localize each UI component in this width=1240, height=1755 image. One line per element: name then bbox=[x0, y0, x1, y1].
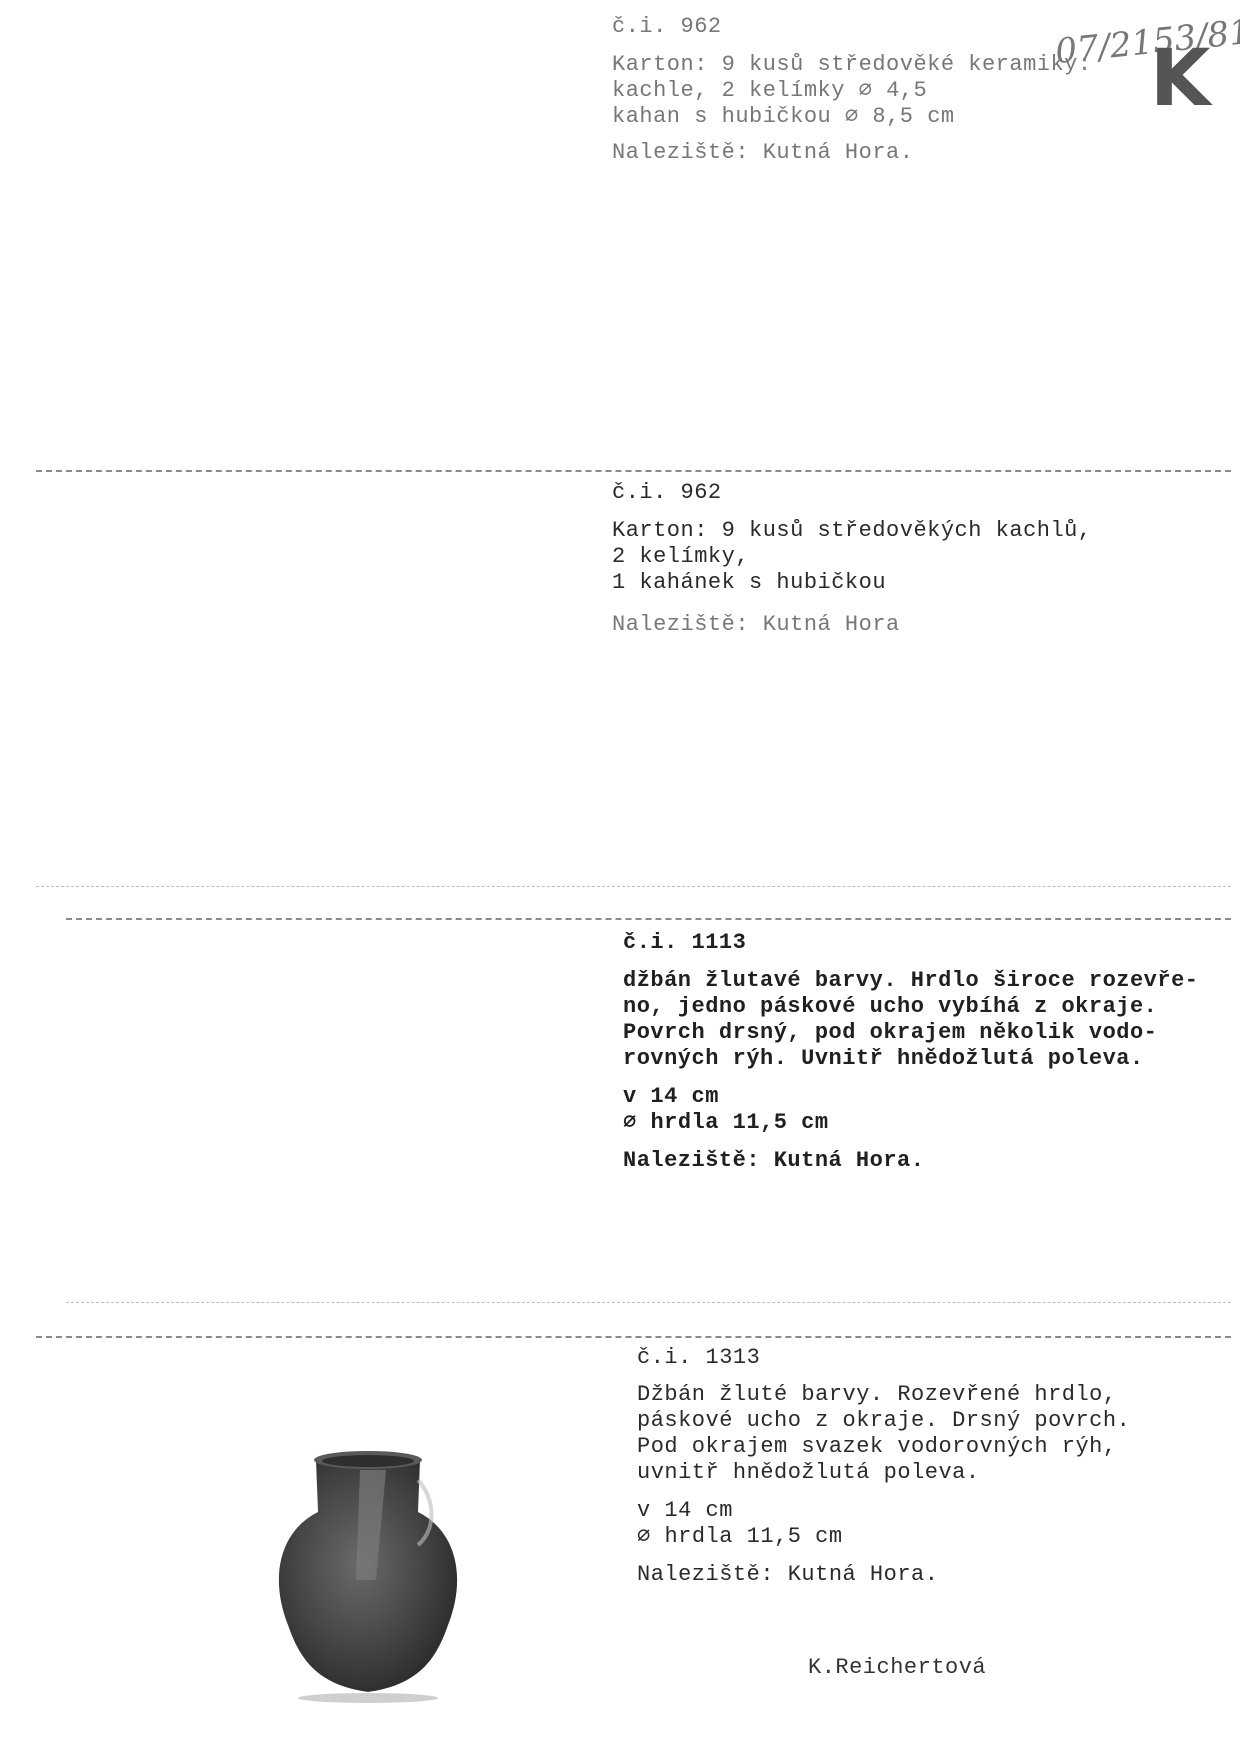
card-3-neck-diameter: ⌀ hrdla 11,5 cm bbox=[623, 1110, 829, 1135]
card-3-line-2: no, jedno páskové ucho vybíhá z okraje. bbox=[623, 994, 1158, 1019]
signature: K.Reichertová bbox=[808, 1655, 987, 1680]
card-4-line-2: páskové ucho z okraje. Drsný povrch. bbox=[637, 1408, 1131, 1433]
card-divider bbox=[66, 918, 1231, 920]
card-4-line-1: Džbán žluté barvy. Rozevřené hrdlo, bbox=[637, 1382, 1117, 1407]
card-1-line-1: Karton: 9 kusů středověké keramiky: bbox=[612, 52, 1092, 77]
jug-photo bbox=[278, 1451, 458, 1703]
card-2-line-1: Karton: 9 kusů středověkých kachlů, bbox=[612, 518, 1092, 543]
card-4-line-3: Pod okrajem svazek vodorovných rýh, bbox=[637, 1434, 1117, 1459]
card-divider bbox=[36, 1336, 1231, 1338]
card-3-line-4: rovných rýh. Uvnitř hnědožlutá poleva. bbox=[623, 1046, 1144, 1071]
card-3-id: č.i. 1113 bbox=[623, 930, 747, 955]
card-1-line-3: kahan s hubičkou ⌀ 8,5 cm bbox=[612, 104, 955, 129]
card-4-neck-diameter: ⌀ hrdla 11,5 cm bbox=[637, 1524, 843, 1549]
card-4-height: v 14 cm bbox=[637, 1498, 733, 1523]
card-2-line-2: 2 kelímky, bbox=[612, 544, 750, 569]
card-1-id: č.i. 962 bbox=[612, 14, 722, 39]
card-1-site: Naleziště: Kutná Hora. bbox=[612, 140, 914, 165]
card-2-site: Naleziště: Kutná Hora bbox=[612, 612, 900, 637]
card-1-line-2: kachle, 2 kelímky ⌀ 4,5 bbox=[612, 78, 928, 103]
card-2-line-3: 1 kahánek s hubičkou bbox=[612, 570, 887, 595]
card-3-height: v 14 cm bbox=[623, 1084, 719, 1109]
card-divider bbox=[36, 886, 1231, 887]
card-3-line-3: Povrch drsný, pod okrajem několik vodo- bbox=[623, 1020, 1158, 1045]
card-2-id: č.i. 962 bbox=[612, 480, 722, 505]
card-4-line-4: uvnitř hnědožlutá poleva. bbox=[637, 1460, 980, 1485]
card-4-site: Naleziště: Kutná Hora. bbox=[637, 1562, 939, 1587]
card-4-id: č.i. 1313 bbox=[637, 1345, 761, 1370]
card-divider bbox=[66, 1302, 1231, 1303]
card-3-line-1: džbán žlutavé barvy. Hrdlo široce rozevř… bbox=[623, 968, 1199, 993]
card-divider bbox=[36, 470, 1231, 472]
k-stamp: K bbox=[1150, 34, 1211, 124]
card-3-site: Naleziště: Kutná Hora. bbox=[623, 1148, 925, 1173]
